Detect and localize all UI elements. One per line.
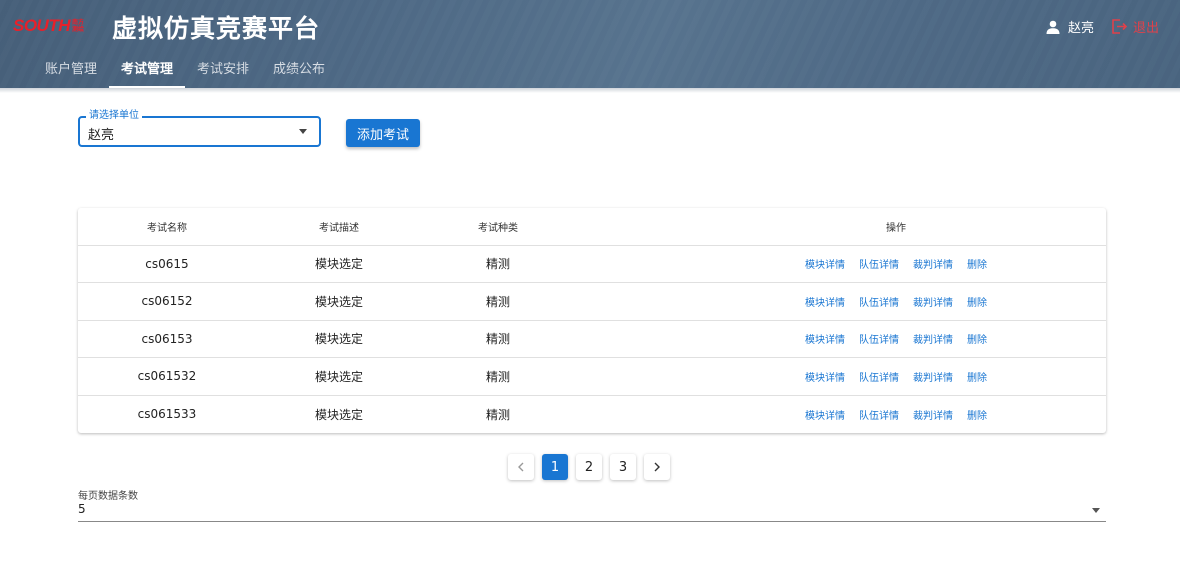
exam-type-cell: 精测 <box>422 357 574 396</box>
unit-select-value: 赵亮 <box>88 128 115 143</box>
header-shadow <box>0 88 1180 93</box>
exam-name-cell: cs0615 <box>78 245 256 283</box>
delete-link[interactable]: 删除 <box>967 256 987 271</box>
referee-details-link[interactable]: 裁判详情 <box>913 407 953 422</box>
caret-down-icon <box>299 129 307 134</box>
caret-down-icon <box>1092 508 1100 513</box>
table-header-row: 考试名称 考试描述 考试种类 操作 <box>78 208 1106 246</box>
app-title: 虚拟仿真竞赛平台 <box>112 14 321 43</box>
tab-results-publish[interactable]: 成绩公布 <box>261 58 337 88</box>
table-row: cs0615 模块选定 精测 模块详情 队伍详情 裁判详情 删除 <box>78 245 1106 283</box>
prev-page-button[interactable] <box>508 454 534 480</box>
table-row: cs061533 模块选定 精测 模块详情 队伍详情 裁判详情 删除 <box>78 395 1106 433</box>
column-header-name: 考试名称 <box>78 208 256 246</box>
module-details-link[interactable]: 模块详情 <box>805 294 845 309</box>
exam-name-cell: cs06152 <box>78 282 256 321</box>
exam-description-cell: 模块选定 <box>256 245 422 283</box>
referee-details-link[interactable]: 裁判详情 <box>913 369 953 384</box>
actions-cell: 模块详情 队伍详情 裁判详情 删除 <box>574 320 1106 358</box>
referee-details-link[interactable]: 裁判详情 <box>913 294 953 309</box>
referee-details-link[interactable]: 裁判详情 <box>913 256 953 271</box>
table-body: cs0615 模块选定 精测 模块详情 队伍详情 裁判详情 删除 cs06152 模块选定 精测模… <box>78 245 1106 433</box>
logout-label: 退出 <box>1133 21 1160 36</box>
unit-select-label: 请选择单位 <box>86 110 142 122</box>
logo-text: SOUTH <box>13 16 71 35</box>
per-page-value: 5 <box>78 502 86 516</box>
module-details-link[interactable]: 模块详情 <box>805 331 845 346</box>
user-info[interactable]: 赵亮 <box>1046 17 1094 36</box>
module-details-link[interactable]: 模块详情 <box>805 369 845 384</box>
table-row: cs061532 模块选定 精测 模块详情 队伍详情 裁判详情 删除 <box>78 357 1106 396</box>
chevron-left-icon <box>518 462 524 472</box>
exam-name-cell: cs06153 <box>78 320 256 358</box>
exam-name-cell: cs061532 <box>78 357 256 396</box>
add-exam-button[interactable]: 添加考试 <box>346 119 420 147</box>
team-details-link[interactable]: 队伍详情 <box>859 294 899 309</box>
exam-type-cell: 精测 <box>422 282 574 321</box>
table-row: cs06152 模块选定 精测 模块详情 队伍详情 裁判详情 删除 <box>78 282 1106 321</box>
page-button-1[interactable]: 1 <box>542 454 568 480</box>
delete-link[interactable]: 删除 <box>967 294 987 309</box>
team-details-link[interactable]: 队伍详情 <box>859 331 899 346</box>
tab-exam-schedule[interactable]: 考试安排 <box>185 58 261 88</box>
exam-table: 考试名称 考试描述 考试种类 操作 cs0615 模块选定 精测 模块详情 队伍详情 裁判… <box>78 208 1106 433</box>
module-details-link[interactable]: 模块详情 <box>805 256 845 271</box>
chevron-right-icon <box>654 462 660 472</box>
company-logo: SOUTH 南方测绘 <box>13 16 86 36</box>
main-nav: 账户管理 考试管理 考试安排 成绩公布 <box>33 58 337 88</box>
logout-icon <box>1112 19 1128 34</box>
exam-type-cell: 精测 <box>422 320 574 358</box>
logo-subtext: 南方测绘 <box>72 19 85 33</box>
table-row: cs06153 模块选定 精测 模块详情 队伍详情 裁判详情 删除 <box>78 320 1106 358</box>
column-header-actions: 操作 <box>574 208 1106 246</box>
exam-description-cell: 模块选定 <box>256 320 422 358</box>
actions-cell: 模块详情 队伍详情 裁判详情 删除 <box>574 282 1106 321</box>
delete-link[interactable]: 删除 <box>967 369 987 384</box>
tab-exam-management[interactable]: 考试管理 <box>109 58 186 88</box>
tab-account-management[interactable]: 账户管理 <box>33 58 109 88</box>
pagination: 1 2 3 <box>508 454 678 480</box>
exam-type-cell: 精测 <box>485 407 510 422</box>
next-page-button[interactable] <box>644 454 670 480</box>
user-icon <box>1046 20 1060 34</box>
page-button-3[interactable]: 3 <box>610 454 636 480</box>
team-details-link[interactable]: 队伍详情 <box>859 256 899 271</box>
exam-type-cell: 精测 <box>422 245 574 283</box>
actions-cell: 模块详情 队伍详情 裁判详情 删除 <box>574 245 1106 283</box>
delete-link[interactable]: 删除 <box>967 331 987 346</box>
team-details-link[interactable]: 队伍详情 <box>859 369 899 384</box>
exam-description-cell: 模块选定 <box>256 282 422 321</box>
team-details-link[interactable]: 队伍详情 <box>859 407 899 422</box>
actions-cell: 模块详情 队伍详情 裁判详情 删除 <box>574 395 1106 433</box>
actions-cell: 模块详情 队伍详情 裁判详情 删除 <box>574 357 1106 396</box>
per-page-select[interactable]: 5 <box>78 500 1106 522</box>
exam-description-cell: 模块选定 <box>256 357 422 396</box>
exam-name-cell: cs061533 <box>137 407 197 421</box>
exam-description-cell: 模块选定 <box>314 407 363 422</box>
column-header-type: 考试种类 <box>422 208 574 246</box>
page-button-2[interactable]: 2 <box>576 454 602 480</box>
module-details-link[interactable]: 模块详情 <box>805 407 845 422</box>
delete-link[interactable]: 删除 <box>967 407 987 422</box>
column-header-description: 考试描述 <box>256 208 422 246</box>
user-name: 赵亮 <box>1068 21 1095 36</box>
unit-select[interactable]: 请选择单位 赵亮 <box>78 110 321 147</box>
logout-button[interactable]: 退出 <box>1111 17 1159 36</box>
app-header: SOUTH 南方测绘 虚拟仿真竞赛平台 赵亮 退出 账户管理 考试管理 考试安排… <box>0 0 1180 88</box>
referee-details-link[interactable]: 裁判详情 <box>913 331 953 346</box>
